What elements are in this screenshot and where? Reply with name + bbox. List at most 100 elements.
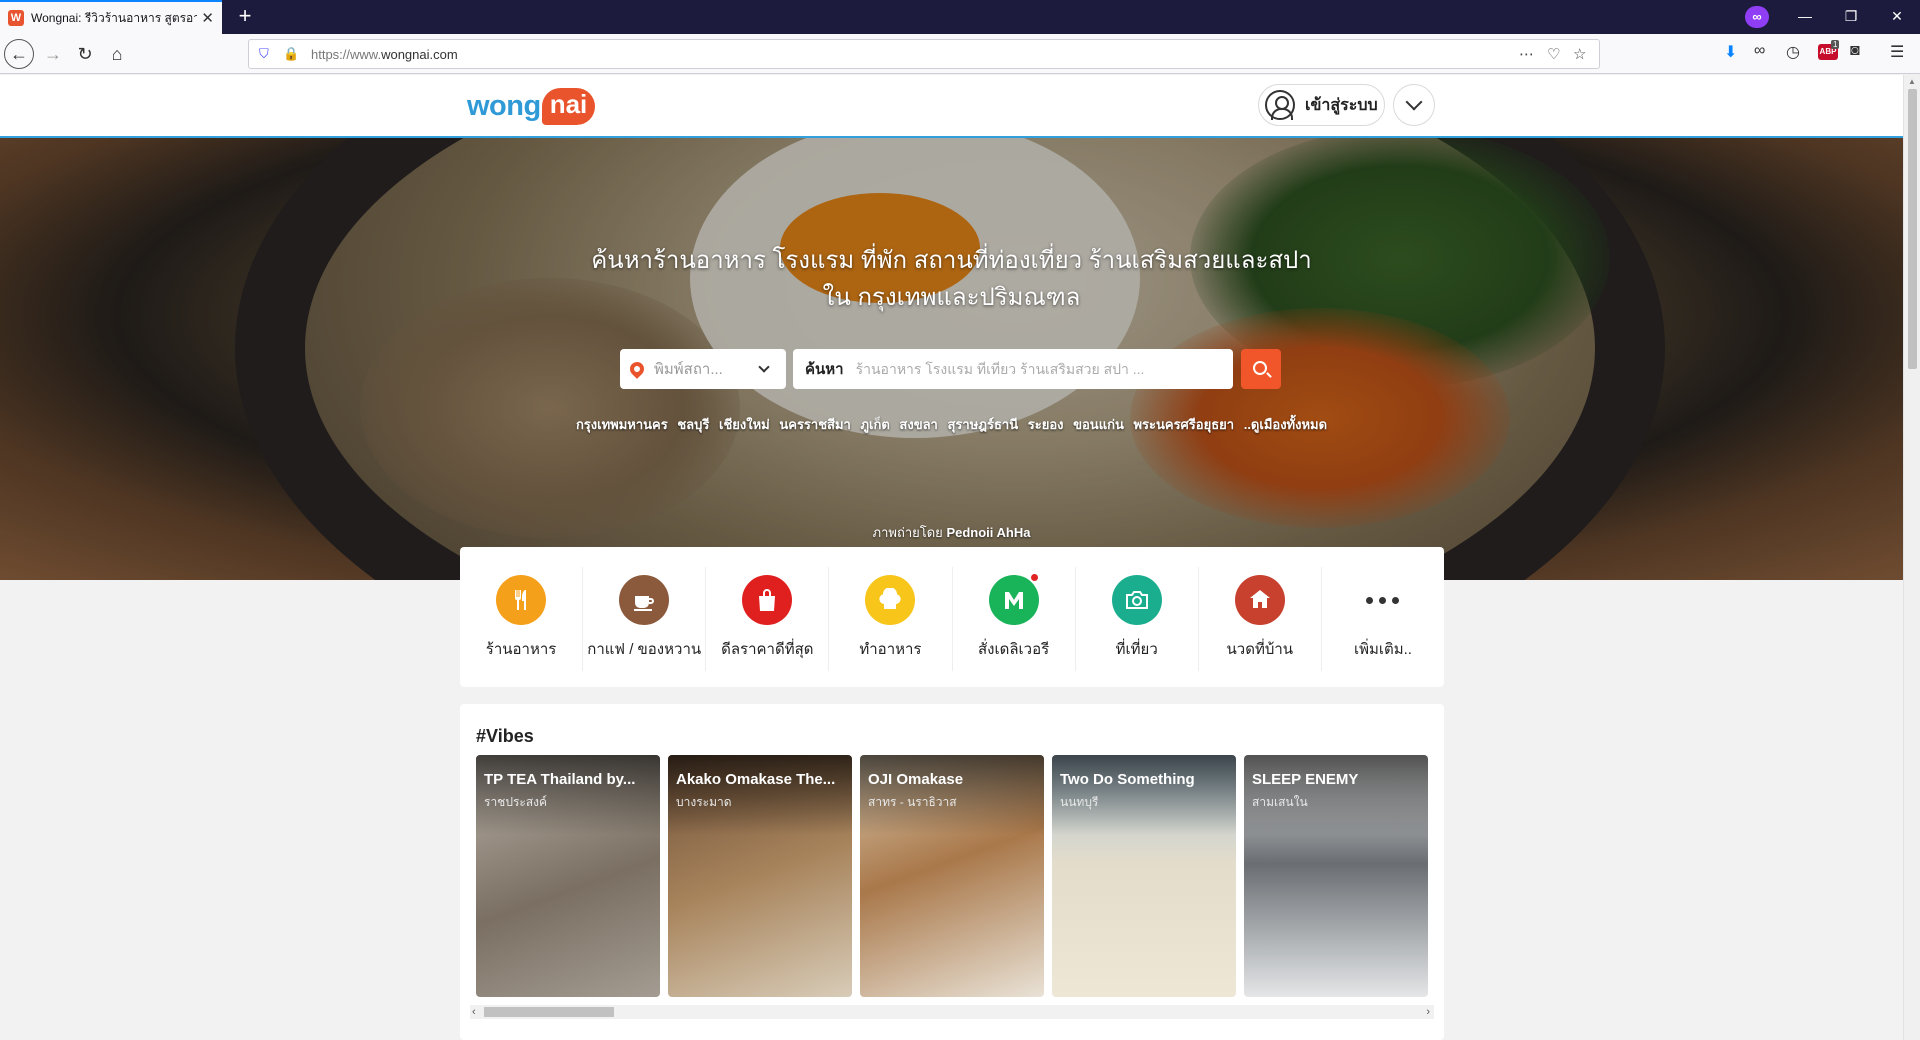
city-link[interactable]: สงขลา [899, 417, 937, 432]
vibe-area: สามเสนใน [1252, 795, 1308, 809]
bookmark-star-icon[interactable]: ☆ [1573, 45, 1586, 63]
forward-button[interactable]: → [38, 39, 68, 69]
vibe-card[interactable]: OJI Omakase สาทร - นราธิวาส [860, 755, 1044, 997]
city-link[interactable]: ขอนแก่น [1073, 417, 1124, 432]
vibe-area: นนทบุรี [1060, 795, 1099, 809]
history-clock-icon[interactable]: ◷ [1786, 42, 1800, 62]
vibes-title: #Vibes [476, 726, 534, 746]
browser-tab-strip: W Wongnai: รีวิวร้านอาหาร สูตรอาหาร ✕ + … [0, 0, 1920, 34]
home-button[interactable]: ⌂ [102, 39, 132, 69]
site-header: wong nai เข้าสู่ระบบ [0, 75, 1903, 138]
category-travel[interactable]: ที่เที่ยว [1076, 567, 1199, 671]
address-bar[interactable]: ⛉ 🔒 https://www.wongnai.com ⋯ ♡ ☆ [248, 39, 1600, 69]
vibe-name: SLEEP ENEMY [1252, 771, 1359, 788]
category-label: สั่งเดลิเวอรี [977, 641, 1050, 658]
download-icon[interactable]: ⬇ [1724, 42, 1737, 62]
category-coffee-dessert[interactable]: กาแฟ / ของหวาน [583, 567, 707, 671]
back-button[interactable]: ← [4, 39, 34, 69]
vibe-name: Akako Omakase The... [676, 771, 836, 788]
category-label: ร้านอาหาร [485, 641, 557, 658]
vibes-section: #Vibes TP TEA Thailand by... ราชประสงค์ … [460, 704, 1444, 1040]
browser-tab-active[interactable]: W Wongnai: รีวิวร้านอาหาร สูตรอาหาร ✕ [0, 0, 222, 34]
category-label: ดีลราคาดีที่สุด [721, 641, 814, 658]
restore-button[interactable]: ❐ [1828, 0, 1874, 34]
url-text[interactable]: https://www.wongnai.com [311, 47, 458, 62]
category-delivery[interactable]: สั่งเดลิเวอรี [953, 567, 1076, 671]
city-link[interactable]: กรุงเทพมหานคร [576, 417, 668, 432]
minimize-button[interactable]: — [1782, 0, 1828, 34]
wongnai-logo[interactable]: wong nai [467, 84, 596, 128]
search-input[interactable] [855, 361, 1226, 377]
city-link[interactable]: ภูเก็ต [860, 417, 889, 432]
category-more[interactable]: เพิ่มเติม.. [1322, 567, 1444, 671]
chef-hat-icon [865, 575, 916, 625]
vibes-horizontal-scrollbar[interactable]: ‹ › [470, 1005, 1434, 1019]
scroll-left-icon[interactable]: ‹ [472, 1005, 476, 1019]
extension-icon[interactable]: ◙ [1850, 42, 1860, 60]
lock-icon[interactable]: 🔒 [283, 46, 299, 62]
private-browsing-icon: ∞ [1745, 6, 1769, 28]
search-icon [1252, 360, 1267, 375]
scrollbar-thumb[interactable] [484, 1007, 614, 1017]
hero-heading-line2: ใน กรุงเทพและปริมณฑล [822, 284, 1081, 311]
city-link[interactable]: ระยอง [1028, 417, 1064, 432]
photo-credit-prefix: ภาพถ่ายโดย [872, 525, 943, 540]
vibe-name: Two Do Something [1060, 771, 1195, 788]
vibe-name: TP TEA Thailand by... [484, 771, 636, 788]
lineman-icon [988, 573, 1039, 625]
search-field[interactable]: ค้นหา [793, 349, 1233, 389]
reload-button[interactable]: ↻ [70, 39, 100, 69]
city-link[interactable]: เชียงใหม่ [719, 417, 770, 432]
hamburger-menu-icon[interactable]: ☰ [1890, 42, 1904, 62]
vibe-area: บางระมาด [676, 795, 732, 809]
tab-title: Wongnai: รีวิวร้านอาหาร สูตรอาหาร [31, 10, 198, 25]
vibe-card[interactable]: SLEEP ENEMY สามเสนใน [1244, 755, 1428, 997]
more-dots-icon [1358, 575, 1408, 625]
hero-banner: ค้นหาร้านอาหาร โรงแรม ที่พัก สถานที่ท่อง… [0, 138, 1903, 580]
pocket-icon[interactable]: ♡ [1547, 45, 1560, 63]
private-mask-icon[interactable]: ∞ [1754, 42, 1765, 60]
adblock-count-badge: 1 [1831, 40, 1840, 49]
close-tab-icon[interactable]: ✕ [201, 9, 214, 27]
city-link[interactable]: นครราชสีมา [779, 417, 850, 432]
city-link[interactable]: สุราษฎร์ธานี [947, 417, 1018, 432]
vibes-carousel[interactable]: TP TEA Thailand by... ราชประสงค์ Akako O… [476, 755, 1431, 997]
city-link[interactable]: พระนครศรีอยุธยา [1133, 417, 1234, 432]
chevron-down-icon [758, 361, 770, 373]
tracking-protection-shield-icon[interactable]: ⛉ [259, 46, 269, 62]
page-actions-icon[interactable]: ⋯ [1519, 45, 1534, 63]
location-placeholder: พิมพ์สถา... [654, 361, 723, 378]
vibe-area: ราชประสงค์ [484, 795, 548, 809]
vibe-card[interactable]: Two Do Something นนทบุรี [1052, 755, 1236, 997]
wongnai-favicon-icon: W [8, 10, 24, 26]
browser-toolbar: ← → ↻ ⌂ ⛉ 🔒 https://www.wongnai.com ⋯ ♡ … [0, 34, 1920, 74]
new-tab-button[interactable]: + [232, 4, 258, 30]
category-restaurant[interactable]: ร้านอาหาร [460, 567, 584, 671]
vibe-name: OJI Omakase [868, 771, 964, 788]
scrollbar-thumb[interactable] [1908, 89, 1917, 369]
vibe-card[interactable]: TP TEA Thailand by... ราชประสงค์ [476, 755, 660, 997]
category-label: ทำอาหาร [859, 641, 922, 658]
category-label: ที่เที่ยว [1115, 641, 1158, 658]
city-link[interactable]: ชลบุรี [677, 417, 709, 432]
category-deals[interactable]: ดีลราคาดีที่สุด [706, 567, 830, 671]
scroll-right-icon[interactable]: › [1426, 1005, 1430, 1019]
category-cooking[interactable]: ทำอาหาร [829, 567, 953, 671]
search-label: ค้นหา [805, 361, 844, 378]
fork-knife-icon [496, 575, 547, 625]
photo-credit-author[interactable]: Pednoii AhHa [946, 525, 1030, 540]
header-menu-button[interactable] [1393, 84, 1435, 126]
search-button[interactable] [1241, 349, 1281, 389]
category-home-massage[interactable]: นวดที่บ้าน [1199, 567, 1322, 671]
close-window-button[interactable]: ✕ [1874, 0, 1920, 34]
page-scrollbar[interactable]: ▲ [1903, 75, 1920, 1040]
vibe-card[interactable]: Akako Omakase The... บางระมาด [668, 755, 852, 997]
coffee-cup-icon [619, 575, 670, 625]
scroll-up-icon[interactable]: ▲ [1908, 77, 1916, 86]
location-select[interactable]: พิมพ์สถา... [620, 349, 786, 389]
login-label: เข้าสู่ระบบ [1305, 96, 1378, 114]
all-cities-link[interactable]: ..ดูเมืองทั้งหมด [1244, 417, 1327, 432]
login-button[interactable]: เข้าสู่ระบบ [1258, 84, 1385, 126]
massage-home-icon [1234, 575, 1285, 625]
camera-icon [1111, 575, 1162, 625]
